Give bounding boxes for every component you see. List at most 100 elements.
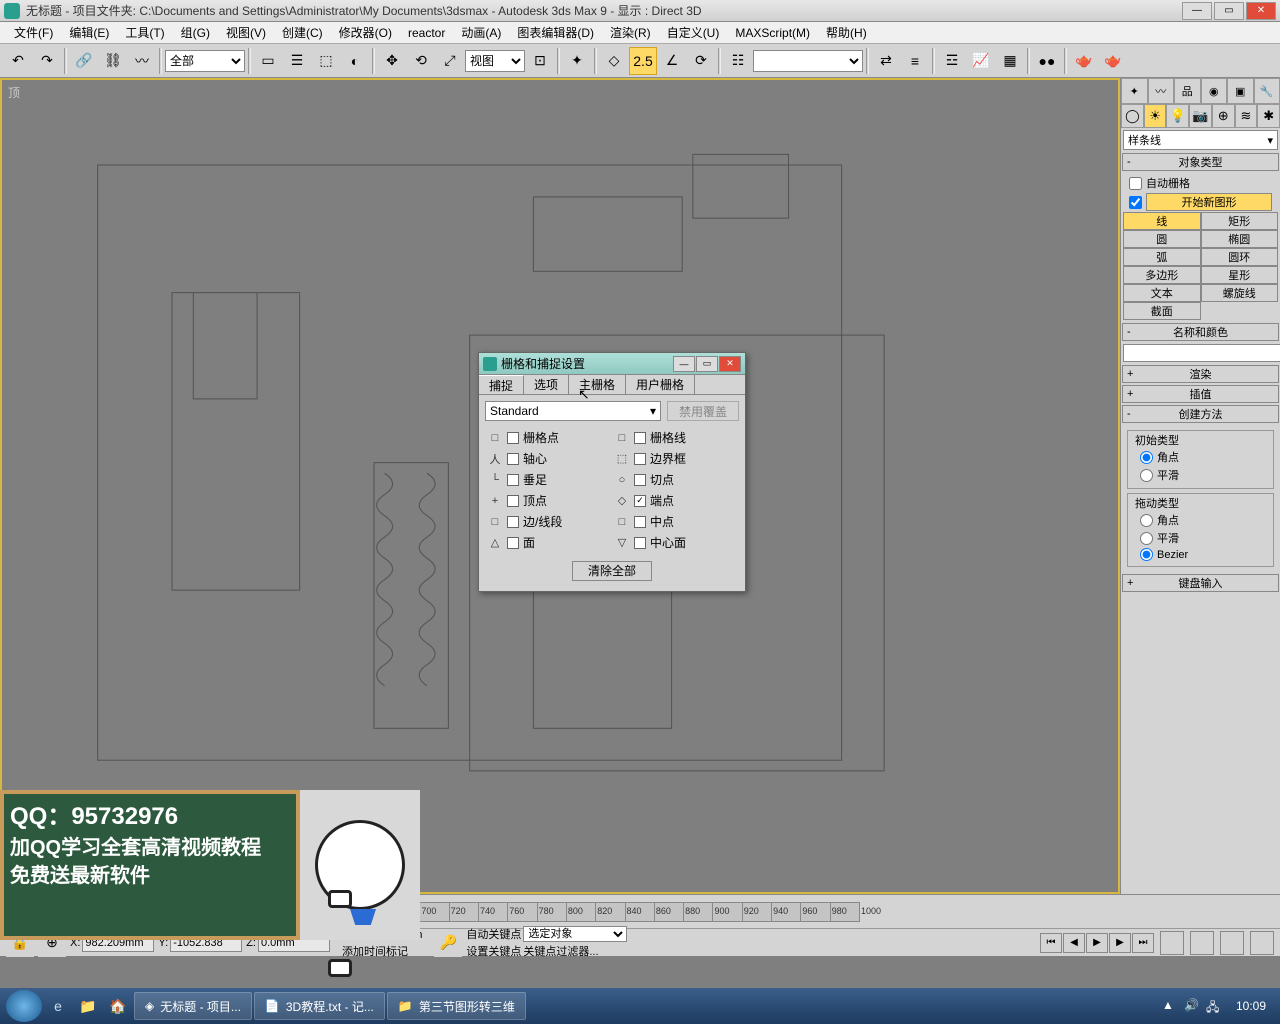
shape-donut[interactable]: 圆环 [1201,248,1279,266]
snap-checkbox[interactable] [634,432,646,444]
snap-checkbox[interactable] [634,537,646,549]
tab-display[interactable]: ▣ [1227,78,1254,104]
menu-render[interactable]: 渲染(R) [602,24,659,41]
nav-pan[interactable] [1160,931,1184,955]
scale-button[interactable]: ⤢ [436,47,464,75]
tab-usergrid[interactable]: 用户栅格 [626,375,695,394]
redo-button[interactable]: ↷ [33,47,61,75]
drag-vertex-radio[interactable] [1140,514,1153,527]
render-scene-button[interactable]: 🫖 [1070,47,1098,75]
close-button[interactable]: ✕ [1246,2,1276,20]
init-smooth-radio[interactable] [1140,469,1153,482]
taskbar-home-icon[interactable]: 🏠 [104,992,132,1020]
layers-button[interactable]: ☲ [938,47,966,75]
pivot-button[interactable]: ⊡ [526,47,554,75]
taskbar-explorer-icon[interactable]: 📁 [74,992,102,1020]
nav-zoom[interactable] [1190,931,1214,955]
cat-lights[interactable]: 💡 [1166,104,1189,128]
bind-spacewarp-button[interactable]: 〰 [128,47,156,75]
tray-icon[interactable]: ▲ [1162,998,1178,1014]
taskbar-ie-icon[interactable]: e [44,992,72,1020]
menu-create[interactable]: 创建(C) [274,24,331,41]
object-name-input[interactable] [1123,344,1280,362]
cat-shapes[interactable]: ☀ [1144,104,1167,128]
init-vertex-radio[interactable] [1140,451,1153,464]
align-button[interactable]: ≡ [901,47,929,75]
tab-options[interactable]: 选项 [524,375,569,394]
ref-coord-system[interactable]: 视图 [465,50,525,72]
selection-filter[interactable]: 全部 [165,50,245,72]
shape-ngon[interactable]: 多边形 [1123,266,1201,284]
snap-checkbox[interactable] [634,474,646,486]
goto-end[interactable]: ⏭ [1132,933,1154,953]
snap-checkbox[interactable] [507,516,519,528]
snap-checkbox[interactable] [634,516,646,528]
material-button[interactable]: ●● [1033,47,1061,75]
menu-grapheditor[interactable]: 图表编辑器(D) [509,24,602,41]
clock[interactable]: 10:09 [1228,999,1274,1013]
menu-reactor[interactable]: reactor [400,26,453,40]
rollup-object-type[interactable]: -对象类型 [1122,153,1279,171]
move-button[interactable]: ✥ [378,47,406,75]
snap-checkbox[interactable] [507,495,519,507]
shape-star[interactable]: 星形 [1201,266,1279,284]
shape-circle[interactable]: 圆 [1123,230,1201,248]
undo-button[interactable]: ↶ [4,47,32,75]
tab-homegrid[interactable]: 主栅格 [569,375,626,394]
select-by-name-button[interactable]: ☰ [283,47,311,75]
rollup-name-color[interactable]: -名称和颜色 [1122,323,1279,341]
snap-combo[interactable]: Standard▾ [485,401,661,421]
start-button[interactable] [6,990,42,1022]
tray-icon[interactable]: 🖧 [1206,998,1222,1014]
quick-render-button[interactable]: 🫖 [1099,47,1127,75]
snap-angle-button[interactable]: 2.5 [629,47,657,75]
dialog-maximize[interactable]: ▭ [696,356,718,372]
tray-icon[interactable]: 🔊 [1184,998,1200,1014]
cat-systems[interactable]: ✱ [1257,104,1280,128]
rollup-create-method[interactable]: -创建方法 [1122,405,1279,423]
menu-view[interactable]: 视图(V) [218,24,274,41]
shape-arc[interactable]: 弧 [1123,248,1201,266]
nav-max[interactable] [1250,931,1274,955]
taskbar-item-notepad[interactable]: 📄3D教程.txt - 记... [254,992,385,1020]
drag-smooth-radio[interactable] [1140,532,1153,545]
tab-motion[interactable]: ◉ [1201,78,1228,104]
snap-checkbox[interactable] [507,432,519,444]
spinner-snap-button[interactable]: ⟳ [687,47,715,75]
rollup-interp[interactable]: +插值 [1122,385,1279,403]
rotate-button[interactable]: ⟲ [407,47,435,75]
auto-grid-checkbox[interactable] [1129,177,1142,190]
snap-3d-button[interactable]: ◇ [600,47,628,75]
select-button[interactable]: ▭ [254,47,282,75]
dialog-minimize[interactable]: — [673,356,695,372]
maximize-button[interactable]: ▭ [1214,2,1244,20]
snap-checkbox[interactable] [634,453,646,465]
dialog-titlebar[interactable]: 栅格和捕捉设置 — ▭ ✕ [479,353,745,375]
shape-rectangle[interactable]: 矩形 [1201,212,1279,230]
start-new-shape-checkbox[interactable] [1129,196,1142,209]
cat-spacewarps[interactable]: ≋ [1235,104,1258,128]
nav-orbit[interactable] [1220,931,1244,955]
snap-checkbox[interactable] [507,474,519,486]
shape-ellipse[interactable]: 椭圆 [1201,230,1279,248]
select-region-button[interactable]: ⬚ [312,47,340,75]
named-sel-button[interactable]: ☷ [724,47,752,75]
minimize-button[interactable]: — [1182,2,1212,20]
shape-text[interactable]: 文本 [1123,284,1201,302]
unlink-button[interactable]: ⛓ [99,47,127,75]
menu-help[interactable]: 帮助(H) [818,24,875,41]
drag-bezier-radio[interactable] [1140,548,1153,561]
cat-geometry[interactable]: ◯ [1121,104,1144,128]
shape-category-combo[interactable]: 样条线▾ [1123,130,1278,150]
curve-editor-button[interactable]: 📈 [967,47,995,75]
menu-animation[interactable]: 动画(A) [453,24,509,41]
tab-snap[interactable]: 捕捉 [479,375,524,394]
tab-modify[interactable]: 〰 [1148,78,1175,104]
named-sel-set[interactable] [753,50,863,72]
taskbar-item-3dsmax[interactable]: ◈无标题 - 项目... [134,992,252,1020]
menu-file[interactable]: 文件(F) [6,24,61,41]
shape-section[interactable]: 截面 [1123,302,1201,320]
menu-tools[interactable]: 工具(T) [117,24,172,41]
window-crossing-button[interactable]: ◐ [341,47,369,75]
tab-utilities[interactable]: 🔧 [1254,78,1280,104]
